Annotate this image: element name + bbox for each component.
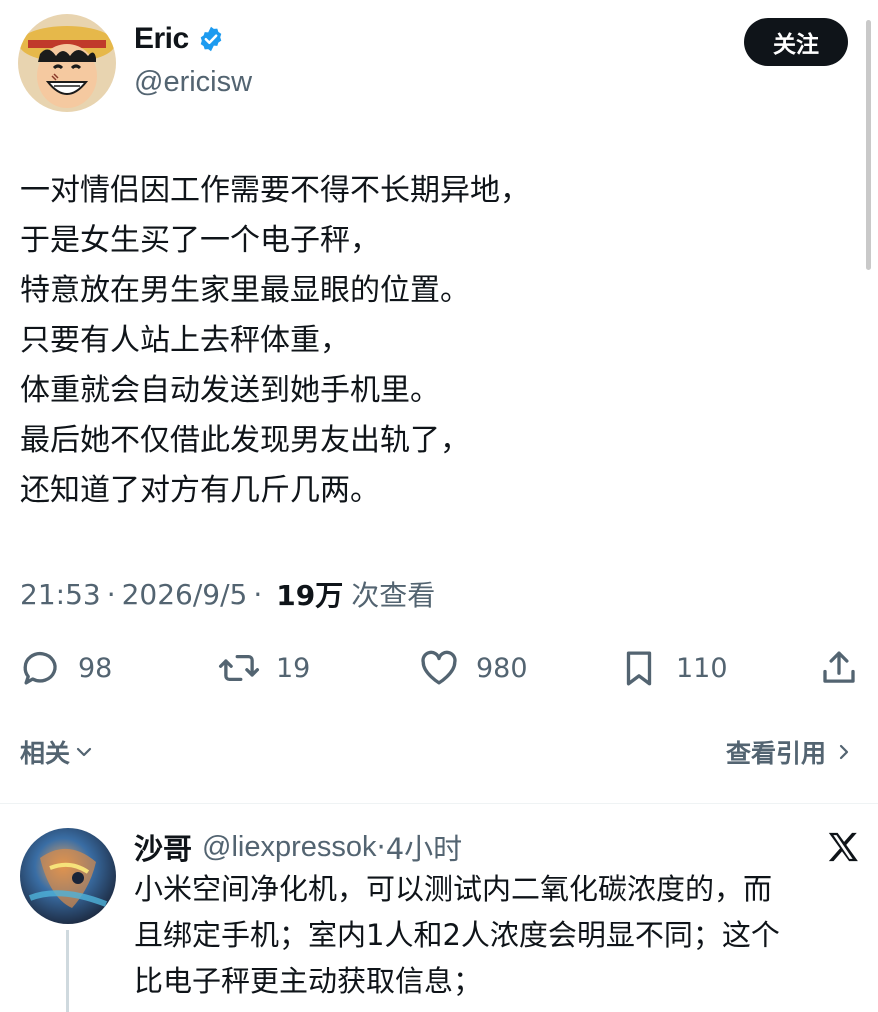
author-display-name[interactable]: Eric (134, 22, 189, 56)
share-icon (823, 651, 855, 683)
tweet-text-line: 一对情侣因工作需要不得不长期异地， (20, 173, 530, 208)
share-button[interactable] (818, 642, 860, 694)
chevron-down-icon (76, 747, 92, 757)
reply-icon (23, 652, 57, 685)
retweet-icon (218, 654, 260, 682)
meta-separator: · (106, 577, 116, 611)
quotes-label: 查看引用 (725, 739, 826, 768)
tweet-meta: 21:53 · 2026/9/5 · 19万 次查看 (20, 574, 435, 614)
views-label: 次查看 (351, 579, 436, 612)
related-dropdown[interactable]: 相关 (20, 734, 96, 770)
tweet-date[interactable]: 2026/9/5 (122, 578, 248, 611)
section-divider (0, 803, 878, 804)
verified-badge-icon (200, 26, 221, 52)
reply-item[interactable]: 沙哥 @liexpressok · 4小时 小米空间净化机，可以测试内二氧化碳浓… (0, 812, 878, 1012)
bookmark-count: 110 (676, 652, 728, 684)
reply-count: 98 (78, 652, 113, 684)
tweet-header: Eric @ericisw 关注 (0, 0, 878, 130)
tweet-text-line: 特意放在男生家里最显眼的位置。 (20, 273, 470, 308)
meta-separator: · (253, 577, 263, 611)
view-quotes-link[interactable]: 查看引用 (726, 734, 856, 770)
reply-time[interactable]: 4小时 (386, 826, 462, 868)
tweet-text-line: 只要有人站上去秤体重， (20, 323, 350, 358)
tweet-text-line: 于是女生买了一个电子秤， (20, 223, 380, 258)
reply-meta-separator: · (376, 830, 386, 864)
reply-author-handle[interactable]: @liexpressok (202, 831, 377, 864)
like-count: 980 (476, 652, 528, 684)
heart-icon (421, 650, 457, 685)
reply-button[interactable]: 98 (20, 642, 112, 694)
related-label: 相关 (20, 739, 71, 768)
tweet-time[interactable]: 21:53 (20, 578, 101, 611)
bookmark-button[interactable]: 110 (618, 642, 728, 694)
author-handle[interactable]: @ericisw (134, 66, 252, 99)
follow-button[interactable]: 关注 (744, 18, 848, 66)
reply-header: 沙哥 @liexpressok · 4小时 (134, 826, 462, 868)
tweet-text-line: 最后她不仅借此发现男友出轨了， (20, 423, 470, 458)
reply-text: 小米空间净化机，可以测试内二氧化碳浓度的，而 且绑定手机；室内1人和2人浓度会明… (134, 866, 864, 1004)
reply-text-line: 比电子秤更主动获取信息； (134, 964, 483, 998)
action-bar: 98 19 980 110 (0, 642, 878, 694)
views-count: 19万 (276, 579, 344, 612)
tweet-text-line: 体重就会自动发送到她手机里。 (20, 373, 440, 408)
reply-text-line: 小米空间净化机，可以测试内二氧化碳浓度的，而 (134, 872, 773, 906)
like-button[interactable]: 980 (418, 642, 528, 694)
author-name-row: Eric (134, 22, 225, 56)
thread-connector (66, 930, 69, 1012)
retweet-button[interactable]: 19 (218, 642, 310, 694)
x-logo-icon (828, 832, 858, 862)
author-avatar[interactable] (18, 14, 116, 112)
tweet-text-line: 还知道了对方有几斤几两。 (20, 473, 380, 508)
reply-text-line: 且绑定手机；室内1人和2人浓度会明显不同；这个 (134, 918, 780, 952)
retweet-count: 19 (276, 652, 311, 684)
tweet-text: 一对情侣因工作需要不得不长期异地， 于是女生买了一个电子秤， 特意放在男生家里最… (20, 166, 840, 516)
bookmark-icon (626, 651, 652, 686)
reply-avatar[interactable] (20, 828, 116, 924)
chevron-right-icon (839, 744, 849, 760)
reply-author-name[interactable]: 沙哥 (134, 826, 192, 868)
scrollbar-thumb[interactable] (866, 20, 871, 270)
